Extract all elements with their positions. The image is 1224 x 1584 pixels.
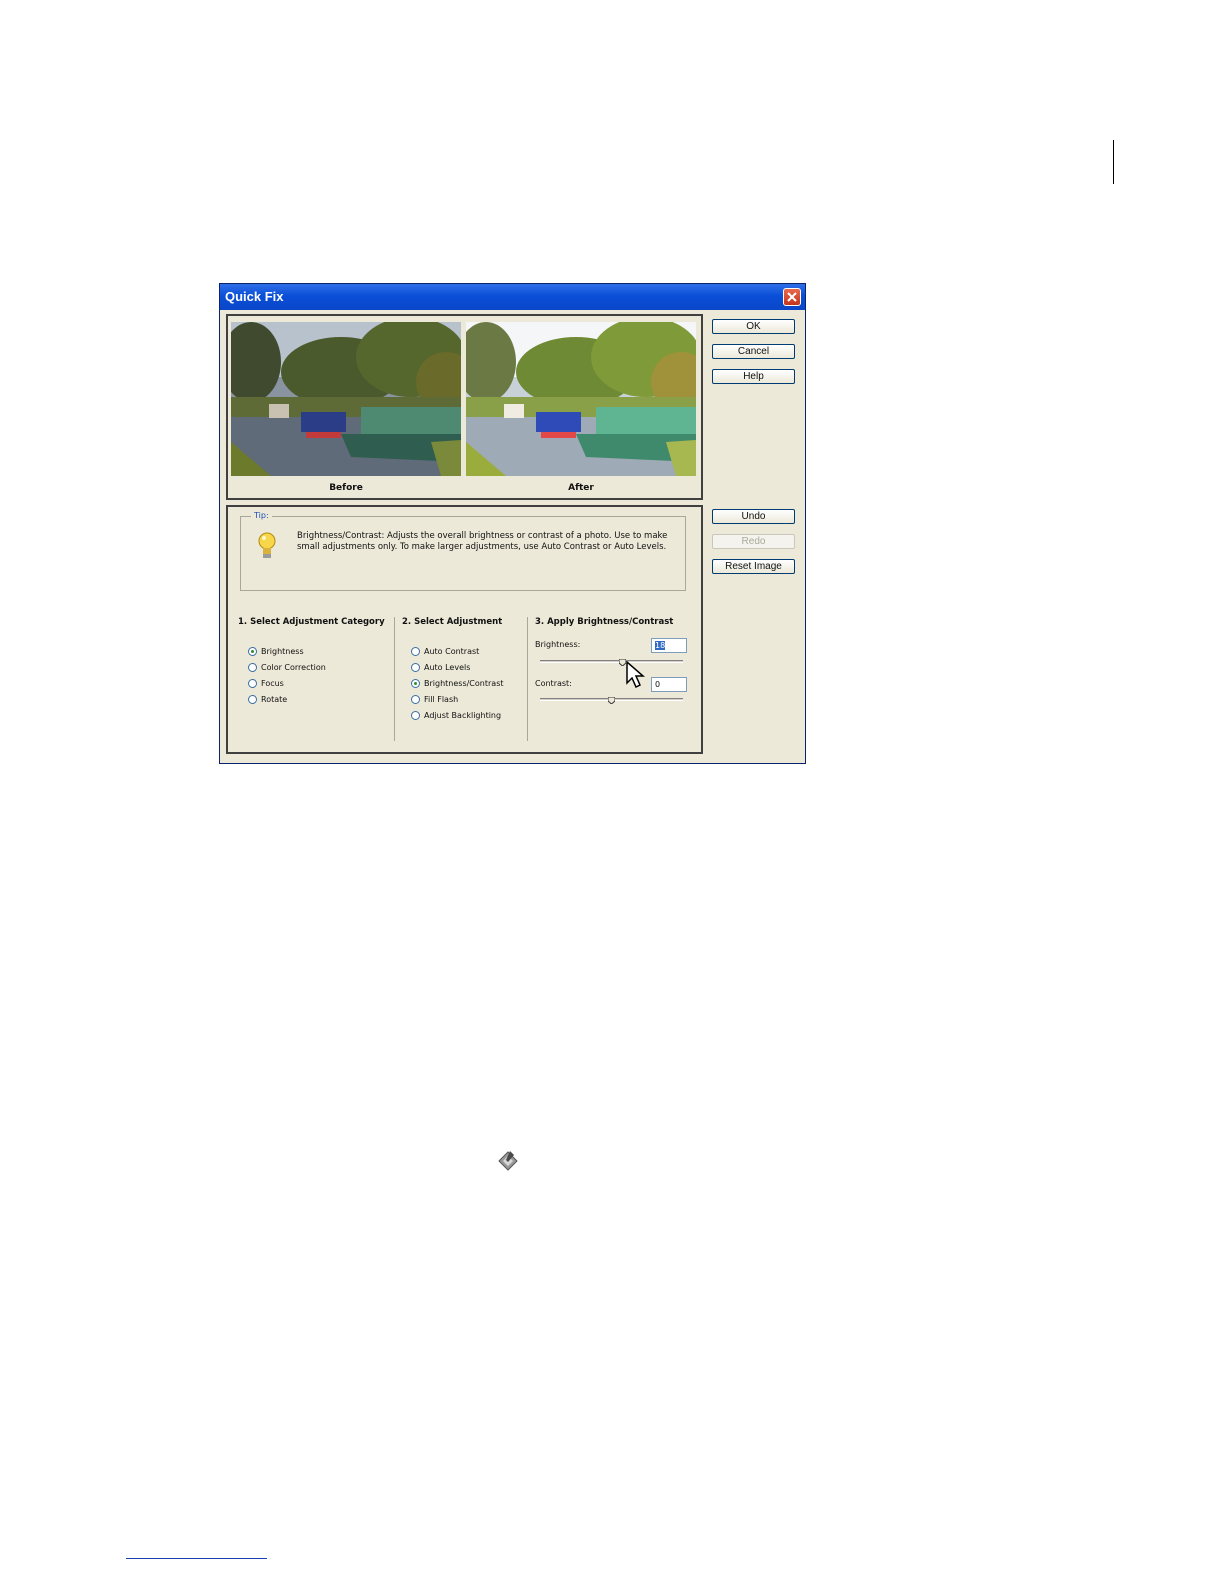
- before-photo: [231, 322, 461, 476]
- adjustment-option-label: Brightness/Contrast: [424, 678, 504, 688]
- category-option[interactable]: Brightness: [248, 644, 304, 658]
- category-option[interactable]: Rotate: [248, 692, 287, 706]
- brightness-slider[interactable]: [540, 659, 683, 666]
- footer-rule: [126, 1558, 267, 1559]
- adjustment-option-label: Adjust Backlighting: [424, 710, 502, 720]
- adjustment-option-label: Fill Flash: [424, 694, 459, 704]
- tip-legend: Tip:: [251, 511, 272, 520]
- page-margin-rule: [1113, 140, 1114, 184]
- brightness-label: Brightness:: [535, 640, 581, 649]
- dialog-titlebar[interactable]: Quick Fix: [220, 284, 805, 310]
- adjustment-heading: 2. Select Adjustment: [402, 617, 503, 627]
- after-label: After: [568, 483, 594, 493]
- preview-panel: Before After: [226, 314, 703, 500]
- redo-button[interactable]: Redo: [712, 534, 795, 549]
- column-divider: [394, 617, 395, 741]
- column-divider: [527, 617, 528, 741]
- radio-button[interactable]: [248, 678, 257, 688]
- category-option-label: Brightness: [261, 646, 304, 656]
- brightness-field[interactable]: 18: [651, 638, 687, 653]
- ok-button[interactable]: OK: [712, 319, 795, 334]
- contrast-label: Contrast:: [535, 679, 572, 688]
- help-button[interactable]: Help: [712, 369, 795, 384]
- close-button[interactable]: [783, 288, 801, 306]
- arrow-cursor-icon: [626, 661, 645, 689]
- radio-button[interactable]: [248, 662, 257, 672]
- contrast-slider[interactable]: [540, 697, 683, 704]
- cancel-button[interactable]: Cancel: [712, 344, 795, 359]
- contrast-slider-thumb[interactable]: [608, 697, 615, 704]
- adjustment-option-label: Auto Contrast: [424, 646, 480, 656]
- radio-button[interactable]: [248, 646, 257, 656]
- adjustment-option[interactable]: Fill Flash: [411, 692, 458, 706]
- adjustment-option[interactable]: Auto Levels: [411, 660, 470, 674]
- radio-button[interactable]: [411, 662, 420, 672]
- category-option[interactable]: Color Correction: [248, 660, 326, 674]
- dialog-title: Quick Fix: [225, 289, 284, 304]
- undo-button[interactable]: Undo: [712, 509, 795, 524]
- quick-fix-dialog: Quick Fix Before After Tip: Brightness/C…: [219, 283, 806, 764]
- radio-button[interactable]: [411, 694, 420, 704]
- tip-box: Tip: Brightness/Contrast: Adjusts the ov…: [240, 511, 686, 591]
- tip-text: Brightness/Contrast: Adjusts the overall…: [297, 531, 668, 552]
- category-option-label: Color Correction: [261, 662, 326, 672]
- lightbulb-icon: [258, 532, 276, 558]
- category-option-label: Rotate: [261, 694, 288, 704]
- category-option-label: Focus: [261, 678, 284, 688]
- radio-button[interactable]: [411, 710, 420, 720]
- apply-heading: 3. Apply Brightness/Contrast: [535, 617, 674, 627]
- contrast-value: 0: [655, 680, 661, 689]
- radio-button[interactable]: [248, 694, 257, 704]
- before-label: Before: [329, 483, 363, 493]
- radio-button[interactable]: [411, 646, 420, 656]
- reset-image-button[interactable]: Reset Image: [712, 559, 795, 574]
- adjustment-option[interactable]: Auto Contrast: [411, 644, 479, 658]
- adjustment-option[interactable]: Adjust Backlighting: [411, 708, 501, 722]
- category-heading: 1. Select Adjustment Category: [238, 617, 385, 627]
- close-icon: [787, 292, 797, 302]
- controls-panel: Tip: Brightness/Contrast: Adjusts the ov…: [226, 505, 703, 754]
- category-option[interactable]: Focus: [248, 676, 284, 690]
- contrast-field[interactable]: 0: [651, 677, 687, 692]
- after-photo: [466, 322, 696, 476]
- quick-fix-tool-icon: [498, 1151, 518, 1171]
- brightness-value: 18: [655, 641, 666, 650]
- adjustment-option[interactable]: Brightness/Contrast: [411, 676, 504, 690]
- radio-button[interactable]: [411, 678, 420, 688]
- adjustment-option-label: Auto Levels: [424, 662, 471, 672]
